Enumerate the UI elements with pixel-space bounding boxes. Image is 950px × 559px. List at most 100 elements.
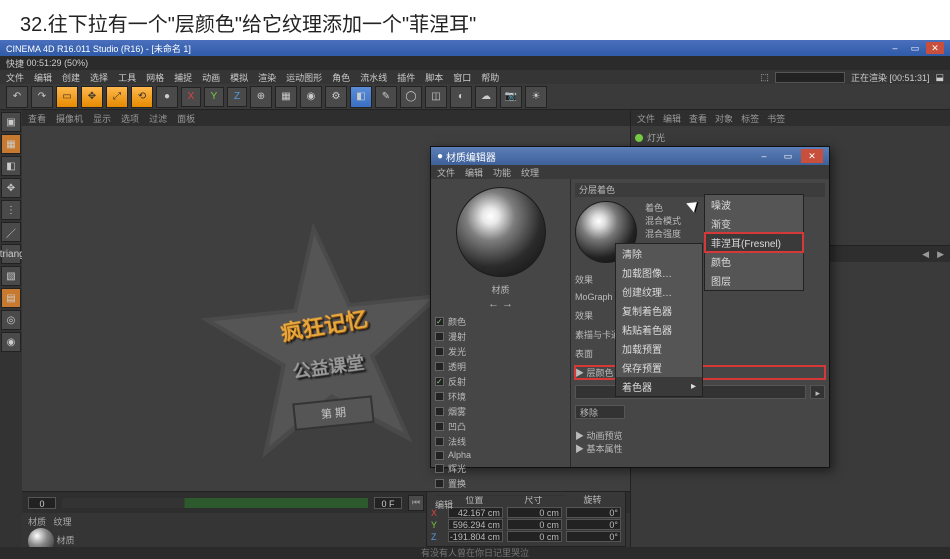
ctx-save-preset[interactable]: 保存预置 bbox=[616, 358, 702, 377]
ctx-load-preset[interactable]: 加载预置 bbox=[616, 339, 702, 358]
make-editable-icon[interactable]: ▣ bbox=[1, 112, 21, 132]
vp-camera[interactable]: 摄像机 bbox=[56, 112, 83, 125]
redo-button[interactable]: ↷ bbox=[31, 86, 53, 108]
tl-start[interactable]: 0 bbox=[28, 497, 56, 509]
med-close[interactable]: ✕ bbox=[801, 149, 823, 163]
chan-env-cb[interactable] bbox=[435, 392, 444, 401]
material-name-field[interactable]: 材质 bbox=[435, 283, 566, 296]
submenu-gradient[interactable]: 渐变 bbox=[705, 214, 803, 233]
max-button[interactable]: ▭ bbox=[906, 42, 924, 54]
menu-sim[interactable]: 模拟 bbox=[230, 71, 248, 84]
med-menu-edit[interactable]: 编辑 bbox=[465, 166, 483, 179]
med-menu-func[interactable]: 功能 bbox=[493, 166, 511, 179]
layout-dd-icon[interactable]: ⬓ bbox=[935, 72, 944, 83]
edge-mode-icon[interactable]: ／ bbox=[1, 222, 21, 242]
ctx-create-tex[interactable]: 创建纹理… bbox=[616, 282, 702, 301]
select-tool[interactable]: ▭ bbox=[56, 86, 78, 108]
close-button[interactable]: ✕ bbox=[926, 42, 944, 54]
vp-filter[interactable]: 过滤 bbox=[149, 112, 167, 125]
med-menu-tex[interactable]: 纹理 bbox=[521, 166, 539, 179]
menu-file[interactable]: 文件 bbox=[6, 71, 24, 84]
om-tags[interactable]: 标签 bbox=[741, 112, 759, 125]
tl-cur[interactable]: 0 F bbox=[374, 497, 402, 509]
point-mode-icon[interactable]: ⋮ bbox=[1, 200, 21, 220]
chan-fog-cb[interactable] bbox=[435, 407, 444, 416]
texture-mode-icon[interactable]: ▧ bbox=[1, 266, 21, 286]
pen-tool[interactable]: ✎ bbox=[375, 86, 397, 108]
vp-panel[interactable]: 面板 bbox=[177, 112, 195, 125]
menu-edit[interactable]: 编辑 bbox=[34, 71, 52, 84]
mm-tab-material[interactable]: 材质 bbox=[28, 517, 46, 527]
axis-y-toggle[interactable]: Y bbox=[204, 87, 224, 107]
menu-mograph[interactable]: 运动图形 bbox=[286, 71, 322, 84]
anim-preview-section[interactable]: ▶ 动画预览 bbox=[575, 429, 825, 442]
menu-snap[interactable]: 捕捉 bbox=[174, 71, 192, 84]
render-view-button[interactable]: ▦ bbox=[275, 86, 297, 108]
ctx-copy[interactable]: 复制着色器 bbox=[616, 301, 702, 320]
chan-editor[interactable]: 编辑 bbox=[435, 495, 566, 511]
om-edit[interactable]: 编辑 bbox=[663, 112, 681, 125]
pos-y[interactable]: 596.294 cm bbox=[448, 519, 503, 530]
vp-options[interactable]: 选项 bbox=[121, 112, 139, 125]
med-max[interactable]: ▭ bbox=[777, 149, 799, 163]
ctx-clear[interactable]: 清除 bbox=[616, 244, 702, 263]
chan-bump-cb[interactable] bbox=[435, 422, 444, 431]
move-tool[interactable]: ✥ bbox=[81, 86, 103, 108]
vp-display[interactable]: 显示 bbox=[93, 112, 111, 125]
mm-tab-texture[interactable]: 纹理 bbox=[54, 517, 72, 527]
rot-x[interactable]: 0° bbox=[566, 507, 621, 518]
chan-lumin-cb[interactable] bbox=[435, 347, 444, 356]
object-mode-icon[interactable]: ◧ bbox=[1, 156, 21, 176]
ctx-shader[interactable]: 着色器▸ bbox=[616, 377, 702, 396]
chan-color-cb[interactable] bbox=[435, 317, 444, 326]
menu-window[interactable]: 窗口 bbox=[453, 71, 471, 84]
scale-tool[interactable]: ⤢ bbox=[106, 86, 128, 108]
pos-z[interactable]: -191.804 cm bbox=[448, 531, 503, 542]
deformer-tool[interactable]: ◐ bbox=[450, 86, 472, 108]
menu-help[interactable]: 帮助 bbox=[481, 71, 499, 84]
chan-transp-cb[interactable] bbox=[435, 362, 444, 371]
submenu-noise[interactable]: 噪波 bbox=[705, 195, 803, 214]
size-y[interactable]: 0 cm bbox=[507, 519, 562, 530]
chan-refl-cb[interactable] bbox=[435, 377, 444, 386]
nurbs-tool[interactable]: ◯ bbox=[400, 86, 422, 108]
axis-z-toggle[interactable]: Z bbox=[227, 87, 247, 107]
environment-tool[interactable]: ☁ bbox=[475, 86, 497, 108]
axis-x-toggle[interactable]: X bbox=[181, 87, 201, 107]
attr-nav-prev[interactable]: ◀ bbox=[922, 249, 929, 260]
om-view[interactable]: 查看 bbox=[689, 112, 707, 125]
chan-disp-cb[interactable] bbox=[435, 479, 444, 488]
chan-normal-cb[interactable] bbox=[435, 437, 444, 446]
om-objects[interactable]: 对象 bbox=[715, 112, 733, 125]
rot-y[interactable]: 0° bbox=[566, 519, 621, 530]
rotate-tool[interactable]: ⟲ bbox=[131, 86, 153, 108]
menu-script[interactable]: 脚本 bbox=[425, 71, 443, 84]
layout-icon[interactable]: ⬚ bbox=[760, 72, 769, 83]
attr-nav-next[interactable]: ▶ bbox=[937, 249, 944, 260]
model-mode-icon[interactable]: ▦ bbox=[1, 134, 21, 154]
nav-arrows[interactable]: ← → bbox=[435, 298, 566, 310]
command-search[interactable] bbox=[775, 72, 845, 83]
med-min[interactable]: – bbox=[753, 149, 775, 163]
row-mograph[interactable]: MoGraph ▸ bbox=[575, 292, 620, 303]
remove-button[interactable]: 移除 bbox=[575, 405, 625, 419]
menu-create[interactable]: 创建 bbox=[62, 71, 80, 84]
material-name[interactable]: 材质 bbox=[57, 535, 75, 545]
submenu-layer[interactable]: 图层 bbox=[705, 271, 803, 290]
texture-arrow-button[interactable]: ▸ bbox=[810, 385, 825, 399]
basic-props-section[interactable]: ▶ 基本属性 bbox=[575, 442, 825, 455]
menu-pipeline[interactable]: 流水线 bbox=[360, 71, 387, 84]
vp-view[interactable]: 查看 bbox=[28, 112, 46, 125]
size-z[interactable]: 0 cm bbox=[507, 531, 562, 542]
camera-tool[interactable]: 📷 bbox=[500, 86, 522, 108]
chan-glow-cb[interactable] bbox=[435, 464, 444, 473]
menu-tools[interactable]: 工具 bbox=[118, 71, 136, 84]
material-preview-large[interactable] bbox=[456, 187, 546, 277]
undo-button[interactable]: ↶ bbox=[6, 86, 28, 108]
chan-diffuse-cb[interactable] bbox=[435, 332, 444, 341]
med-menu-file[interactable]: 文件 bbox=[437, 166, 455, 179]
submenu-color[interactable]: 颜色 bbox=[705, 252, 803, 271]
last-tool[interactable]: ● bbox=[156, 86, 178, 108]
menu-anim[interactable]: 动画 bbox=[202, 71, 220, 84]
timeline-track[interactable] bbox=[62, 498, 368, 508]
